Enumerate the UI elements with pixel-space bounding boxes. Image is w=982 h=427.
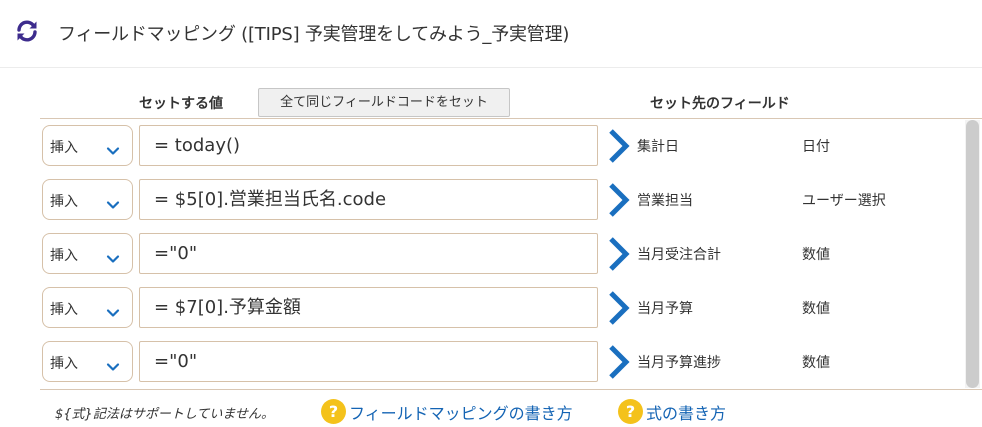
target-field-name: 集計日 xyxy=(637,139,679,155)
field-mapping-help-label: フィールドマッピングの書き方 xyxy=(349,404,573,423)
target-field-type: ユーザー選択 xyxy=(802,193,886,209)
target-field-name: 当月予算 xyxy=(637,301,693,317)
expression-input[interactable]: = today() xyxy=(139,125,598,166)
chevron-down-icon xyxy=(106,249,120,263)
target-field-column-header: セット先のフィールド xyxy=(650,96,790,112)
chevron-down-icon xyxy=(106,141,120,155)
mapping-row: 挿入 = $7[0].予算金額 当月予算 数値 xyxy=(40,281,960,335)
arrow-right-icon xyxy=(608,290,630,326)
target-field-name: 当月受注合計 xyxy=(637,247,721,263)
scrollbar-thumb[interactable] xyxy=(966,120,979,388)
target-field-type: 数値 xyxy=(802,301,830,317)
help-icon: ? xyxy=(618,399,643,424)
table-bottom-divider xyxy=(40,389,982,390)
mapping-rows: 挿入 = today() 集計日 日付 挿入 = $5[0].営業担当氏名.co… xyxy=(40,119,960,389)
expression-input[interactable]: = $5[0].営業担当氏名.code xyxy=(139,179,598,220)
formula-help-label: 式の書き方 xyxy=(646,404,727,423)
scrollbar[interactable] xyxy=(965,120,980,388)
target-field-type: 数値 xyxy=(802,247,830,263)
footer: ${式}記法はサポートしていません。 ? フィールドマッピングの書き方 ? 式の… xyxy=(55,398,975,426)
target-field-type: 日付 xyxy=(802,139,830,155)
chevron-down-icon xyxy=(106,303,120,317)
mapping-row: 挿入 = today() 集計日 日付 xyxy=(40,119,960,173)
mapping-row: 挿入 ="0" 当月予算進捗 数値 xyxy=(40,335,960,389)
arrow-right-icon xyxy=(608,236,630,272)
mode-select-value: 挿入 xyxy=(50,302,78,318)
help-icon: ? xyxy=(321,399,346,424)
arrow-right-icon xyxy=(608,344,630,380)
mode-select[interactable]: 挿入 xyxy=(42,125,133,166)
unsupported-syntax-note: ${式}記法はサポートしていません。 xyxy=(55,407,275,422)
mapping-row: 挿入 ="0" 当月受注合計 数値 xyxy=(40,227,960,281)
mapping-row: 挿入 = $5[0].営業担当氏名.code 営業担当 ユーザー選択 xyxy=(40,173,960,227)
mode-select[interactable]: 挿入 xyxy=(42,287,133,328)
expression-input[interactable]: ="0" xyxy=(139,341,598,382)
mode-select[interactable]: 挿入 xyxy=(42,179,133,220)
mode-select-value: 挿入 xyxy=(50,356,78,372)
target-field-name: 当月予算進捗 xyxy=(637,355,721,371)
chevron-down-icon xyxy=(106,357,120,371)
expression-input[interactable]: = $7[0].予算金額 xyxy=(139,287,598,328)
arrow-right-icon xyxy=(608,182,630,218)
mode-select[interactable]: 挿入 xyxy=(42,233,133,274)
mode-select-value: 挿入 xyxy=(50,248,78,264)
refresh-icon[interactable] xyxy=(14,18,40,44)
target-field-name: 営業担当 xyxy=(637,193,693,209)
mode-select[interactable]: 挿入 xyxy=(42,341,133,382)
chevron-down-icon xyxy=(106,195,120,209)
header-bar: フィールドマッピング ([TIPS] 予実管理をしてみよう_予実管理) xyxy=(0,0,982,68)
expression-input[interactable]: ="0" xyxy=(139,233,598,274)
mode-select-value: 挿入 xyxy=(50,194,78,210)
arrow-right-icon xyxy=(608,128,630,164)
set-all-same-field-code-button[interactable]: 全て同じフィールドコードをセット xyxy=(258,88,510,117)
page-title: フィールドマッピング ([TIPS] 予実管理をしてみよう_予実管理) xyxy=(58,24,570,45)
mode-select-value: 挿入 xyxy=(50,140,78,156)
value-column-header: セットする値 xyxy=(139,96,223,112)
target-field-type: 数値 xyxy=(802,355,830,371)
